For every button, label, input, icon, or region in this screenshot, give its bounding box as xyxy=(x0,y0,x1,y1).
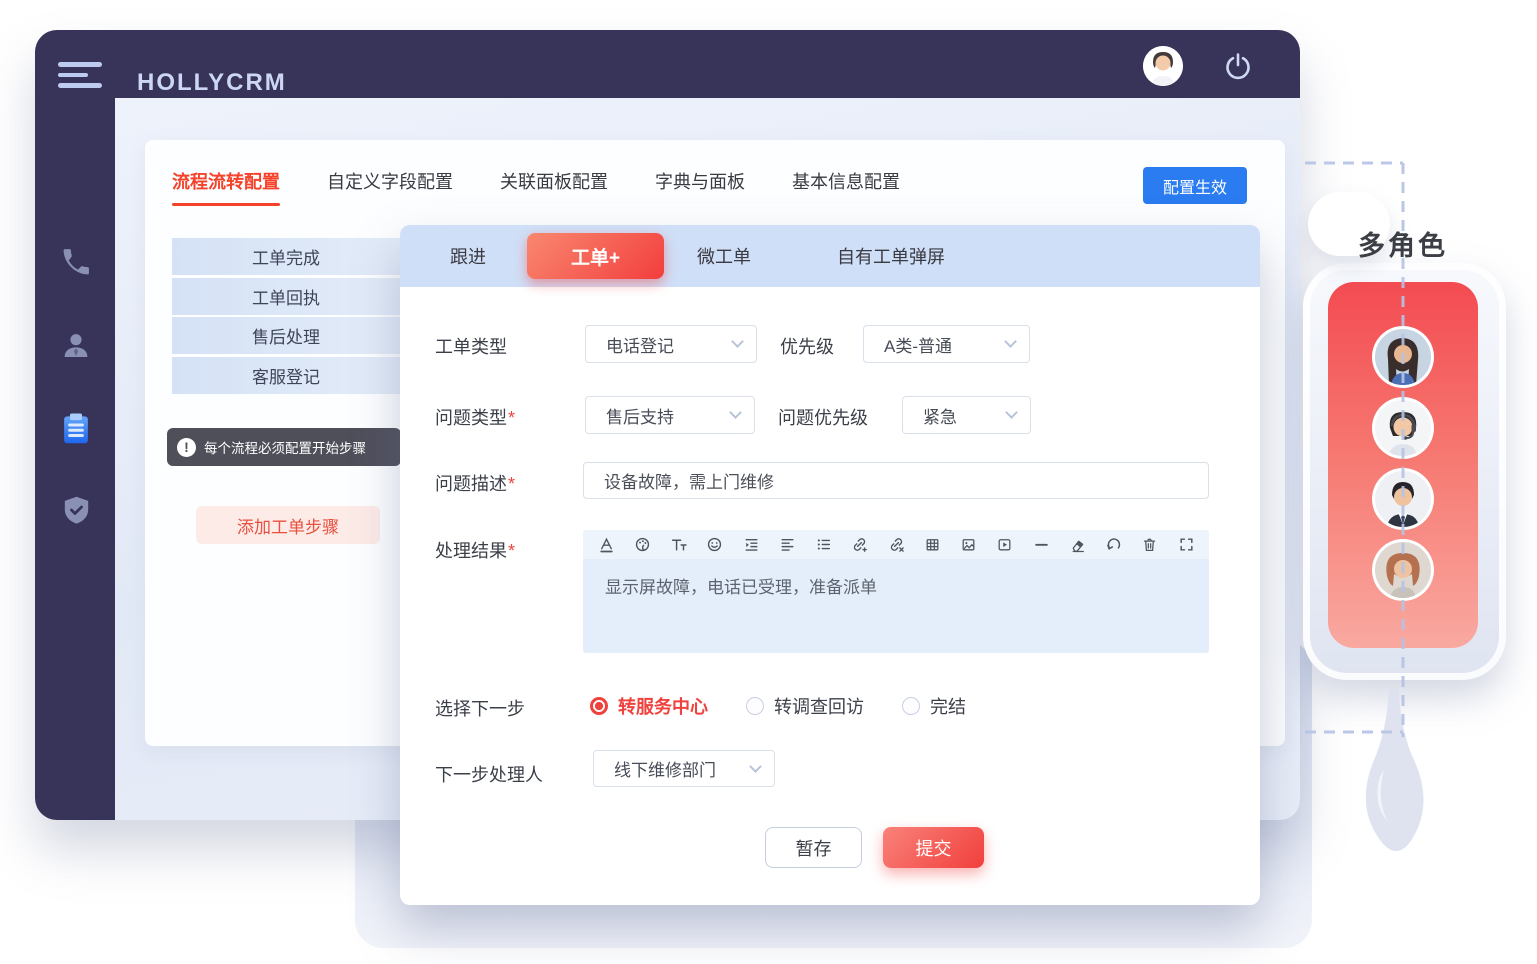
tab-custom-field-config[interactable]: 自定义字段配置 xyxy=(327,168,453,194)
delete-icon[interactable] xyxy=(1141,536,1159,554)
fullscreen-icon[interactable] xyxy=(1177,536,1195,554)
step-row[interactable]: 工单完成 xyxy=(172,238,400,275)
tab-dictionary-panel[interactable]: 字典与面板 xyxy=(655,168,745,194)
rich-text-editor: 显示屏故障，电话已受理，准备派单 xyxy=(583,530,1209,653)
work-order-modal: 跟进 工单+ 微工单 自有工单弹屏 工单类型 电话登记 优先级 A类-普通 问题… xyxy=(400,225,1260,905)
next-step-label: 选择下一步 xyxy=(435,695,525,721)
chevron-down-icon xyxy=(731,335,744,348)
emoji-icon[interactable] xyxy=(706,536,724,554)
next-step-radio-group: 转服务中心 转调查回访 完结 xyxy=(590,693,966,719)
issue-type-label: 问题类型* xyxy=(435,404,515,430)
link-add-icon[interactable] xyxy=(851,536,869,554)
issue-desc-label: 问题描述* xyxy=(435,470,515,496)
role-panel-container xyxy=(1303,263,1506,680)
tab-work-order-active[interactable]: 工单+ xyxy=(527,233,664,279)
table-icon[interactable] xyxy=(923,536,941,554)
female-redhead-agent-avatar xyxy=(1372,539,1434,601)
radio-transfer-survey-callback[interactable]: 转调查回访 xyxy=(746,693,864,719)
apply-config-button[interactable]: 配置生效 xyxy=(1143,167,1247,204)
work-orders-clipboard-icon[interactable] xyxy=(57,410,95,448)
font-style-icon[interactable] xyxy=(597,536,615,554)
editor-text: 显示屏故障，电话已受理，准备派单 xyxy=(605,573,877,598)
issue-desc-input[interactable] xyxy=(583,462,1209,499)
tab-follow-up[interactable]: 跟进 xyxy=(450,225,486,287)
female-headset-agent-avatar xyxy=(1372,397,1434,459)
video-icon[interactable] xyxy=(996,536,1014,554)
work-order-type-label: 工单类型 xyxy=(435,333,507,359)
radio-icon xyxy=(746,697,764,715)
multi-role-label: 多角色 xyxy=(1358,224,1448,263)
submit-button[interactable]: 提交 xyxy=(883,827,984,868)
add-step-button[interactable]: 添加工单步骤 xyxy=(196,506,380,544)
result-label: 处理结果* xyxy=(435,537,515,563)
tab-micro-work-order[interactable]: 微工单 xyxy=(697,225,751,287)
step-row[interactable]: 售后处理 xyxy=(172,317,400,354)
multi-role-panel xyxy=(1328,282,1478,648)
phone-icon[interactable] xyxy=(57,243,95,281)
indent-icon[interactable] xyxy=(742,536,760,554)
user-avatar-image xyxy=(1143,46,1183,86)
power-icon[interactable] xyxy=(1223,51,1253,81)
issue-priority-select[interactable]: 紧急 xyxy=(902,396,1031,434)
radio-icon xyxy=(902,697,920,715)
undo-icon[interactable] xyxy=(1105,536,1123,554)
list-icon[interactable] xyxy=(815,536,833,554)
screenshot-canvas: HOLLYCRM xyxy=(0,0,1537,964)
align-icon[interactable] xyxy=(778,536,796,554)
chevron-down-icon xyxy=(1005,406,1018,419)
editor-toolbar xyxy=(583,530,1209,559)
priority-label: 优先级 xyxy=(780,333,834,359)
issue-type-select[interactable]: 售后支持 xyxy=(585,396,755,434)
priority-select[interactable]: A类-普通 xyxy=(863,325,1030,363)
color-palette-icon[interactable] xyxy=(633,536,651,554)
contacts-icon[interactable] xyxy=(57,326,95,364)
male-suit-agent-avatar xyxy=(1372,468,1434,530)
image-icon[interactable] xyxy=(960,536,978,554)
workflow-step-list: 工单完成 工单回执 售后处理 客服登记 xyxy=(172,238,400,396)
link-remove-icon[interactable] xyxy=(887,536,905,554)
page-tab-bar: 流程流转配置 自定义字段配置 关联面板配置 字典与面板 基本信息配置 xyxy=(172,168,900,194)
radio-transfer-service-center[interactable]: 转服务中心 xyxy=(590,693,708,719)
step-required-tooltip: ! 每个流程必须配置开始步骤 xyxy=(167,428,401,466)
radio-complete[interactable]: 完结 xyxy=(902,693,966,719)
tooltip-text: 每个流程必须配置开始步骤 xyxy=(204,437,366,457)
font-size-icon[interactable] xyxy=(670,536,688,554)
divider-icon[interactable] xyxy=(1032,536,1050,554)
drop-highlight xyxy=(1377,770,1388,822)
user-avatar[interactable] xyxy=(1143,46,1183,86)
security-shield-icon[interactable] xyxy=(57,491,95,529)
tab-basic-info-config[interactable]: 基本信息配置 xyxy=(792,168,900,194)
editor-content[interactable]: 显示屏故障，电话已受理，准备派单 xyxy=(583,559,1209,653)
modal-tab-bar: 跟进 工单+ 微工单 自有工单弹屏 xyxy=(400,225,1260,287)
step-row[interactable]: 客服登记 xyxy=(172,357,400,394)
work-order-type-select[interactable]: 电话登记 xyxy=(585,325,757,363)
app-brand: HOLLYCRM xyxy=(137,69,287,97)
tab-process-flow-config[interactable]: 流程流转配置 xyxy=(172,168,280,194)
next-handler-label: 下一步处理人 xyxy=(435,761,543,787)
menu-icon[interactable] xyxy=(58,62,104,90)
eraser-icon[interactable] xyxy=(1068,536,1086,554)
next-handler-select[interactable]: 线下维修部门 xyxy=(593,750,775,787)
chevron-down-icon xyxy=(1004,335,1017,348)
chevron-down-icon xyxy=(749,760,762,773)
tab-own-work-order-popup[interactable]: 自有工单弹屏 xyxy=(837,225,945,287)
chevron-down-icon xyxy=(729,406,742,419)
exclamation-icon: ! xyxy=(177,438,196,457)
step-row[interactable]: 工单回执 xyxy=(172,278,400,315)
issue-priority-label: 问题优先级 xyxy=(778,404,868,430)
tab-linked-panel-config[interactable]: 关联面板配置 xyxy=(500,168,608,194)
radio-selected-icon xyxy=(590,697,608,715)
drop-decoration xyxy=(1366,688,1424,851)
female-agent-avatar xyxy=(1372,326,1434,388)
save-draft-button[interactable]: 暂存 xyxy=(765,827,862,868)
